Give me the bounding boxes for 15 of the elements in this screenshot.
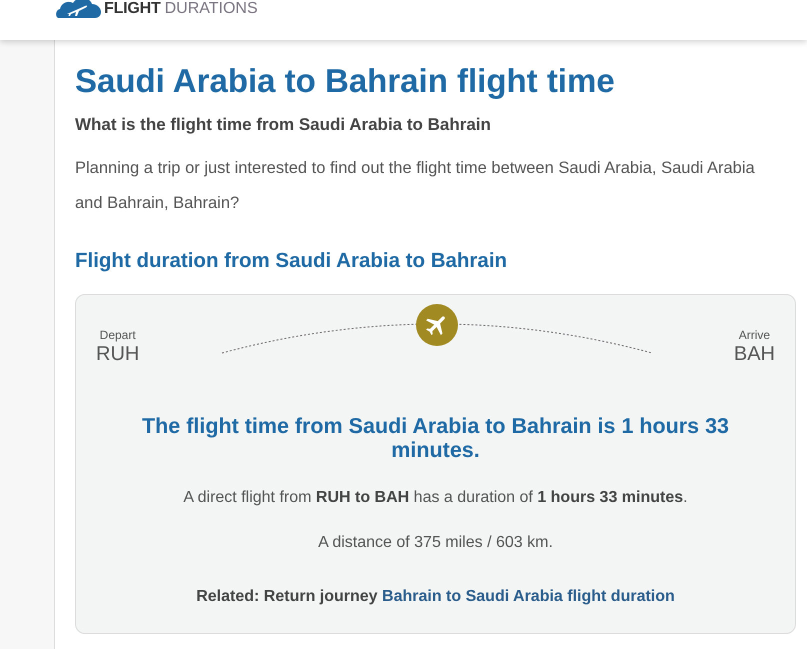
depart-airport-code: RUH: [96, 343, 140, 365]
logo-link[interactable]: FLIGHT DURATIONS: [55, 0, 258, 18]
distance-text: A distance of 375 miles / 603 km.: [317, 533, 554, 553]
depart-label: Depart: [98, 328, 137, 343]
flight-time-headline: The flight time from Saudi Arabia to Bahrain is 1 hours 33 minutes.: [141, 414, 730, 462]
section-heading: Flight duration from Saudi Arabia to Bahrain: [75, 249, 508, 273]
arrive-airport-code: BAH: [734, 343, 775, 365]
direct-flight-text: A direct flight from RUH to BAH has a duration of 1 hours 33 minutes.: [182, 488, 689, 508]
arrive-label: Arrive: [738, 328, 772, 343]
related-link[interactable]: Bahrain to Saudi Arabia flight duration: [382, 588, 675, 605]
intro-paragraph: Planning a trip or just interested to find out the flight time between Saudi Arabia, Saudi Arabia and Bahrain, Bahrain?: [75, 158, 756, 214]
page-title: Saudi Arabia to Bahrain flight time: [75, 62, 616, 100]
subtitle: What is the flight time from Saudi Arabia to Bahrain: [75, 114, 492, 136]
airplane-icon: [416, 304, 458, 346]
related-text: Related: Return journey Bahrain to Saudi Arabia flight duration: [195, 587, 676, 607]
